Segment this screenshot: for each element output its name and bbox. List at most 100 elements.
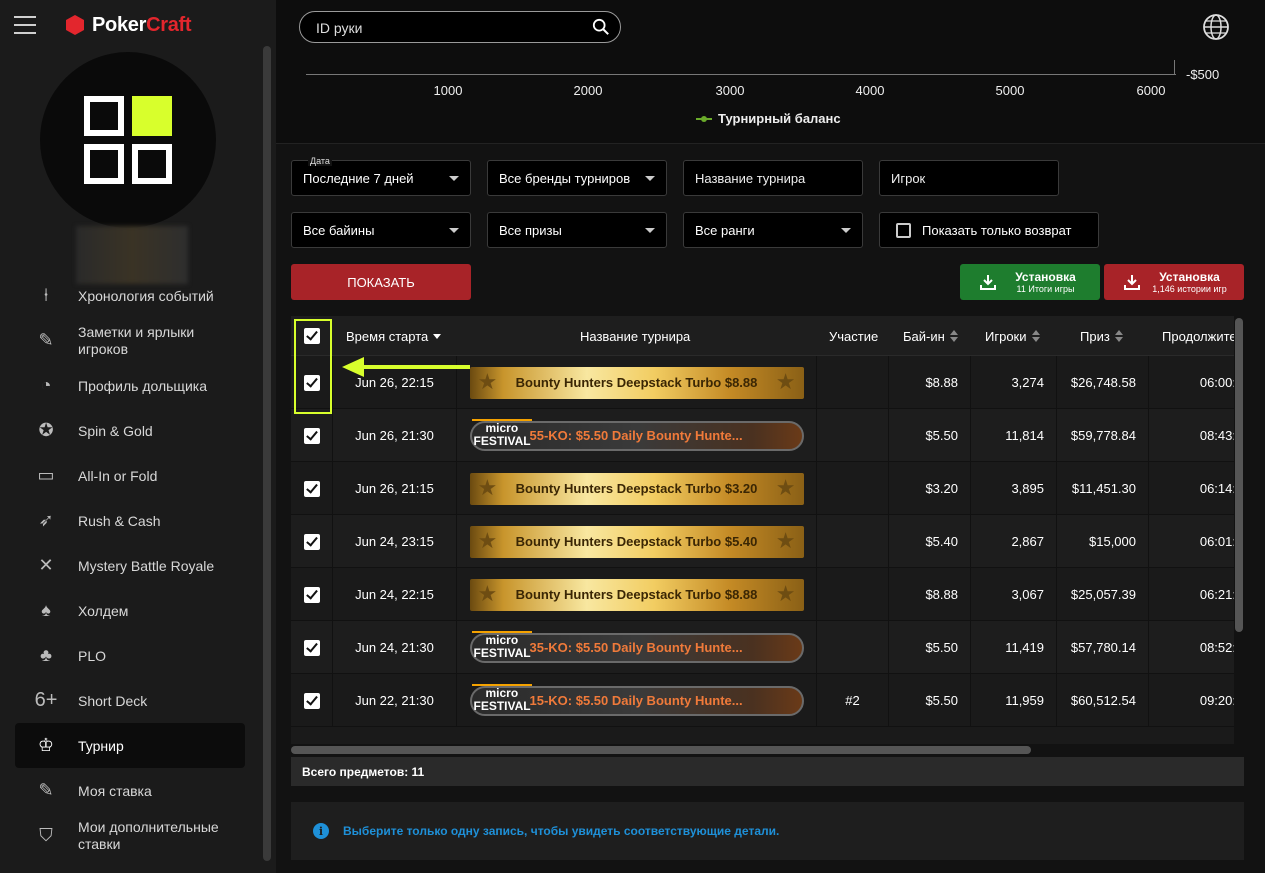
sidebar-item-shortdeck[interactable]: 6+ Short Deck <box>15 678 245 723</box>
refund-only-checkbox[interactable]: Показать только возврат <box>879 212 1099 248</box>
brand-select[interactable]: Все бренды турниров <box>487 160 667 196</box>
row-checkbox[interactable] <box>291 409 333 462</box>
checkbox-checked-icon <box>303 533 320 550</box>
table-row[interactable] <box>291 727 1234 744</box>
sidebar-item-cards[interactable]: ▭ All-In or Fold <box>15 453 245 498</box>
col-start-time[interactable]: Время старта <box>346 316 442 356</box>
sidebar-item-stake[interactable]: ✎ Моя ставка <box>15 768 245 813</box>
caret-down-icon <box>449 176 459 181</box>
download-histories-button[interactable]: Установка 1,146 истории игр <box>1104 264 1244 300</box>
sidebar-item-spin[interactable]: ✪ Spin & Gold <box>15 408 245 453</box>
chart-legend[interactable]: Турнирный баланс <box>696 111 841 126</box>
sidebar-item-label: Профиль дольщика <box>78 377 207 394</box>
participation-cell <box>817 621 889 674</box>
col-buyin[interactable]: Бай-ин <box>903 316 958 356</box>
globe-icon[interactable] <box>1202 13 1230 41</box>
duration-value: 06:21: <box>1199 587 1234 602</box>
player-placeholder: Игрок <box>891 170 926 186</box>
sidebar-item-gauge[interactable]: ◔ Профиль дольщика <box>15 363 245 408</box>
col-duration: Продолжительность <box>1162 316 1234 356</box>
tournament-name-input[interactable]: Название турнира <box>683 160 863 196</box>
table-row[interactable]: Jun 26, 21:30 micro FESTIVAL 55-KO: $5.50 D… <box>291 409 1234 462</box>
tournament-banner[interactable]: ★ Bounty Hunters Deepstack Turbo $3.20 ★ <box>469 472 804 505</box>
col-buyin-label: Бай-ин <box>903 328 945 344</box>
prize-select[interactable]: Все призы <box>487 212 667 248</box>
vertical-scrollbar[interactable] <box>1235 318 1243 632</box>
sidebar-item-trophy[interactable]: ♔ Турнир <box>15 723 245 768</box>
row-checkbox[interactable] <box>291 568 333 621</box>
app-logo[interactable]: PokerCraft <box>64 12 192 38</box>
table-row[interactable]: Jun 24, 23:15 ★ Bounty Hunters Deepstack T… <box>291 515 1234 568</box>
prize-value: $57,780.14 <box>1070 640 1136 655</box>
sidebar-item-holdem[interactable]: ♠ Холдем <box>15 588 245 633</box>
avatar[interactable] <box>40 52 216 228</box>
tournament-banner[interactable]: micro FESTIVAL 55-KO: $5.50 Daily Bounty H… <box>469 418 804 453</box>
download-main-label: Установка <box>1159 270 1220 284</box>
search-placeholder: ID руки <box>316 20 363 36</box>
search-input[interactable]: ID руки <box>299 11 621 43</box>
tournament-banner[interactable]: ★ Bounty Hunters Deepstack Turbo $5.40 ★ <box>469 525 804 558</box>
buyin-select[interactable]: Все байины <box>291 212 471 248</box>
prize-cell: $60,512.54 <box>1057 674 1149 727</box>
tournament-banner[interactable]: micro FESTIVAL 35-KO: $5.50 Daily Bounty H… <box>469 630 804 665</box>
sidebar-item-rush[interactable]: ➶ Rush & Cash <box>15 498 245 543</box>
sidebar-item-label: Заметки и ярлыки игроков <box>78 323 195 357</box>
table-row[interactable]: Jun 26, 21:15 ★ Bounty Hunters Deepstack T… <box>291 462 1234 515</box>
x-tick-label: 2000 <box>573 83 603 98</box>
date-select[interactable]: Дата Последние 7 дней <box>291 156 471 196</box>
checkbox-checked-icon <box>303 639 320 656</box>
table-row[interactable]: Jun 22, 21:30 micro FESTIVAL 15-KO: $5.50 D… <box>291 674 1234 727</box>
micro-festival-logo: micro FESTIVAL <box>471 418 532 453</box>
tournament-banner[interactable]: ★ Bounty Hunters Deepstack Turbo $8.88 ★ <box>469 366 804 399</box>
table-row[interactable]: Jun 24, 22:15 ★ Bounty Hunters Deepstack T… <box>291 568 1234 621</box>
info-message: i Выберите только одну запись, чтобы уви… <box>291 802 1244 860</box>
participation-cell <box>817 356 889 409</box>
player-input[interactable]: Игрок <box>879 160 1059 196</box>
duration-value: 06:00: <box>1199 375 1234 390</box>
row-checkbox[interactable] <box>291 621 333 674</box>
x-tick-label: 5000 <box>995 83 1025 98</box>
star-icon: ★ <box>477 474 498 500</box>
stake-icon: ✎ <box>38 780 54 800</box>
download-summaries-button[interactable]: Установка 11 Итоги игры <box>960 264 1100 300</box>
players-cell: 11,814 <box>971 409 1057 462</box>
info-icon: i <box>313 823 329 839</box>
sidebar-item-timeline[interactable]: ⍿ Хронология событий <box>15 273 245 318</box>
app-title: PokerCraft <box>92 13 192 36</box>
avatar-square-icon <box>84 144 124 184</box>
tournament-table: Время старта Название турнира Участие Ба… <box>291 316 1234 744</box>
shortdeck-icon: 6+ <box>34 689 58 711</box>
row-checkbox[interactable] <box>291 462 333 515</box>
tournament-banner[interactable]: micro FESTIVAL 15-KO: $5.50 Daily Bounty H… <box>469 683 804 718</box>
sidebar-item-extra-stakes[interactable]: ⛉ Мои дополнительные ставки <box>15 813 245 858</box>
sidebar-scrollbar[interactable] <box>263 46 271 861</box>
prize-value: $59,778.84 <box>1070 428 1136 443</box>
star-icon: ★ <box>477 368 498 394</box>
sidebar-item-notes[interactable]: ✎ Заметки и ярлыки игроков <box>15 318 245 363</box>
row-checkbox[interactable] <box>291 674 333 727</box>
horizontal-scrollbar[interactable] <box>291 746 1031 754</box>
rank-select[interactable]: Все ранги <box>683 212 863 248</box>
info-text: Выберите только одну запись, чтобы увиде… <box>343 824 780 838</box>
sidebar-item-label: Short Deck <box>78 692 148 709</box>
buyin-value: $8.88 <box>925 587 958 602</box>
sidebar-item-plo[interactable]: ♣ PLO <box>15 633 245 678</box>
row-checkbox[interactable] <box>291 515 333 568</box>
sidebar-item-battle[interactable]: ✕ Mystery Battle Royale <box>15 543 245 588</box>
prize-cell: $59,778.84 <box>1057 409 1149 462</box>
show-button[interactable]: ПОКАЗАТЬ <box>291 264 471 300</box>
participation-cell <box>817 409 889 462</box>
participation-cell <box>817 568 889 621</box>
sidebar-item-label: Мои дополнительные ставки <box>78 818 219 852</box>
tournament-banner[interactable]: ★ Bounty Hunters Deepstack Turbo $8.88 ★ <box>469 578 804 611</box>
col-players[interactable]: Игроки <box>985 316 1040 356</box>
x-tick-label: 1000 <box>433 83 463 98</box>
caret-down-icon <box>645 228 655 233</box>
menu-icon[interactable] <box>14 16 36 34</box>
col-prize[interactable]: Приз <box>1080 316 1123 356</box>
table-row[interactable]: Jun 24, 21:30 micro FESTIVAL 35-KO: $5.50 D… <box>291 621 1234 674</box>
search-icon[interactable] <box>592 18 610 36</box>
sidebar-item-label: Холдем <box>78 602 129 619</box>
sidebar-nav: ⍿ Хронология событий ✎ Заметки и ярлыки игр… <box>15 273 245 858</box>
duration-cell: 06:21: <box>1149 568 1234 621</box>
